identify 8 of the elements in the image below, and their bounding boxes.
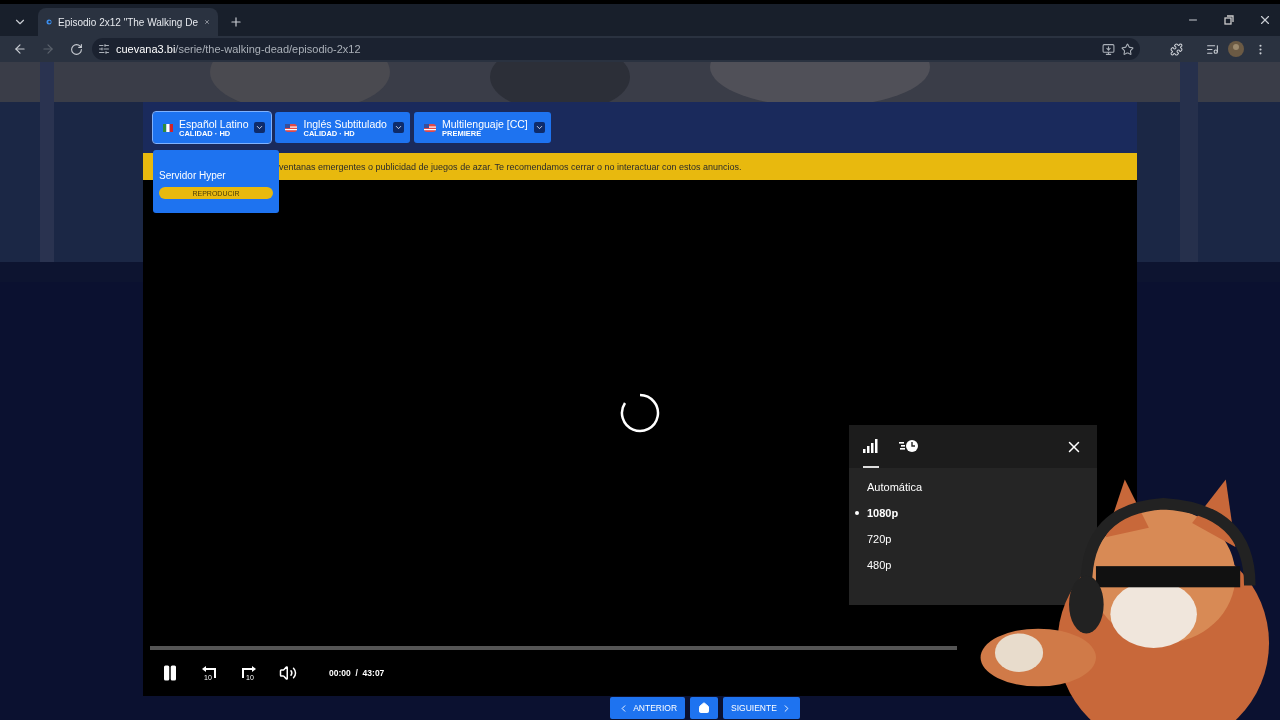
url-text: cuevana3.bi/serie/the-walking-dead/episodio-2x12 <box>116 43 361 55</box>
address-bar[interactable]: cuevana3.bi/serie/the-walking-dead/episodio-2x12 <box>92 38 1140 60</box>
tab-title: Episodio 2x12 "The Walking De <box>58 16 198 28</box>
install-icon[interactable] <box>1102 42 1115 56</box>
browser-tab[interactable]: Episodio 2x12 "The Walking De <box>38 8 218 36</box>
bookmark-icon[interactable] <box>1121 42 1134 56</box>
site-settings-icon[interactable] <box>98 43 110 55</box>
avatar-icon[interactable] <box>1228 41 1244 57</box>
